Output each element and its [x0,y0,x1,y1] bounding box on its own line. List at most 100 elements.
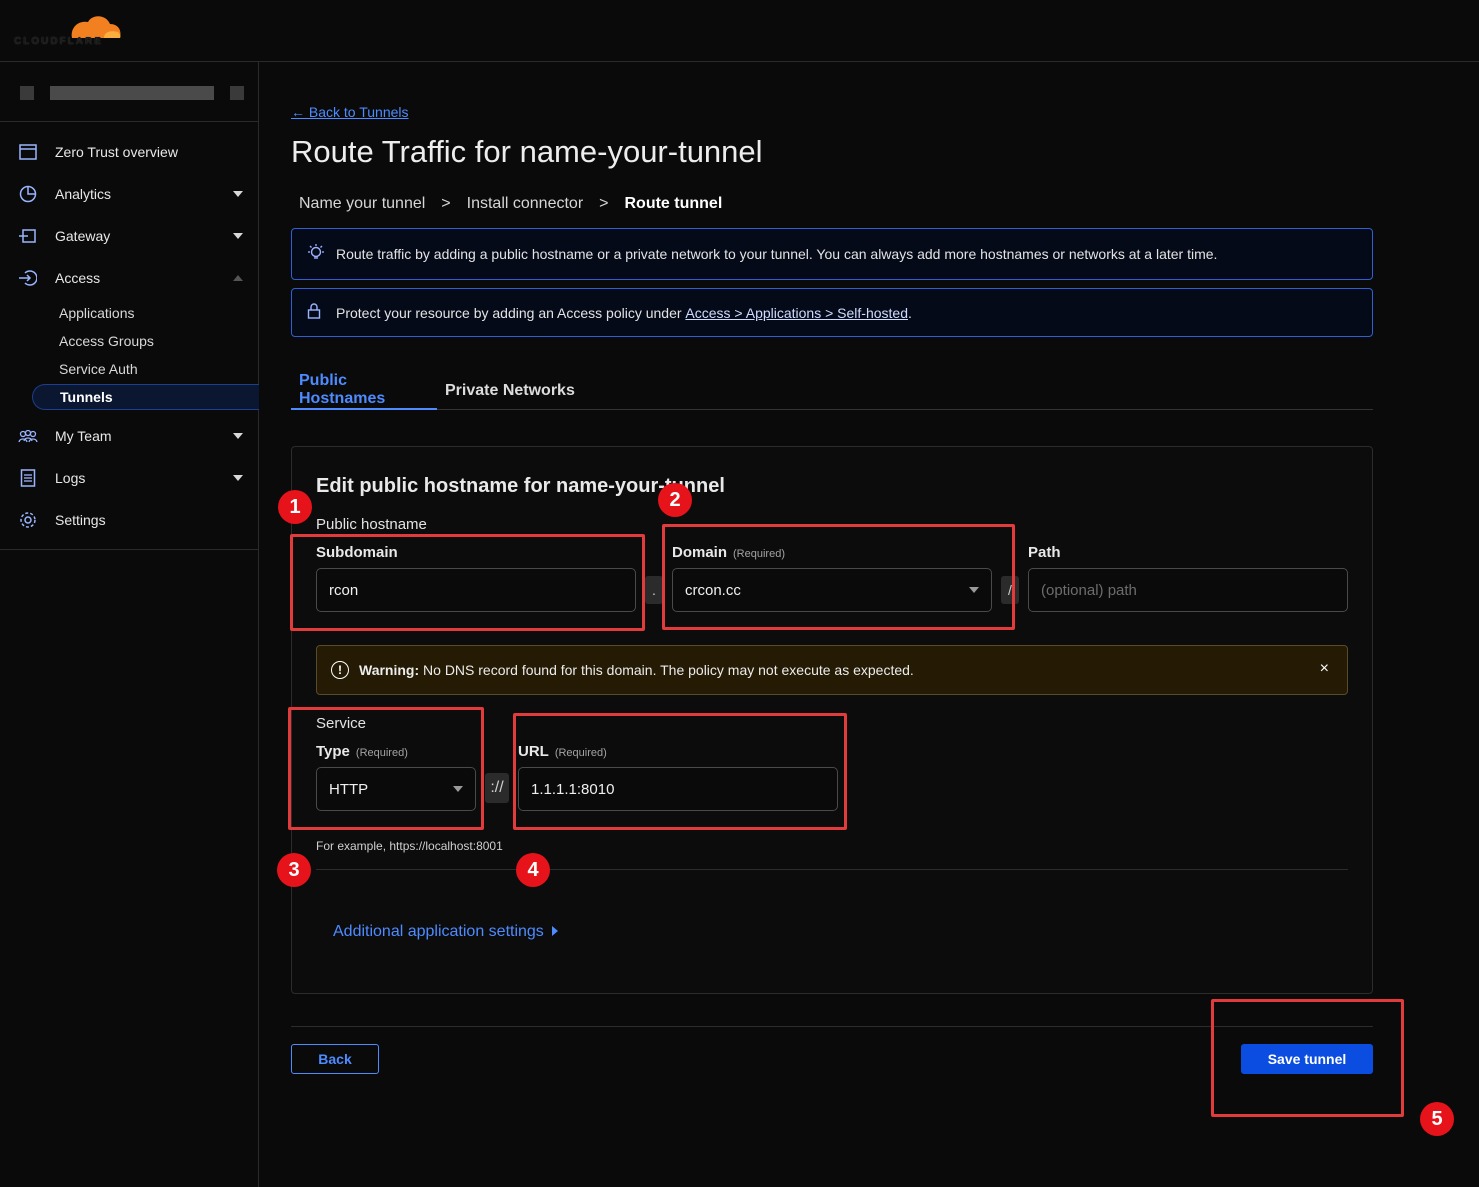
footer-divider [291,1026,1373,1027]
account-menu-blur [230,86,244,100]
wizard-steps: Name your tunnel > Install connector > R… [299,195,722,213]
back-button[interactable]: Back [291,1044,379,1074]
additional-settings-label: Additional application settings [333,923,544,940]
chevron-down-icon [969,587,979,593]
protect-banner-suffix: . [908,304,912,321]
info-banner-text: Route traffic by adding a public hostnam… [336,246,1218,262]
close-icon[interactable]: × [1320,660,1329,678]
annotation-number-1: 1 [278,490,312,524]
lightbulb-icon [306,243,326,266]
url-required: (Required) [554,747,607,759]
card-divider [316,869,1348,870]
public-hostname-label: Public hostname [316,516,427,533]
subdomain-input[interactable] [316,568,636,612]
type-label-text: Type [316,743,350,760]
annotation-number-2: 2 [658,483,692,517]
team-icon [18,426,38,446]
sidebar-subitem-tunnels[interactable]: Tunnels [32,384,259,410]
logs-icon [18,468,38,488]
account-switcher[interactable] [0,62,258,122]
chevron-down-icon [233,233,243,239]
type-label: Type (Required) [316,743,408,760]
path-input[interactable] [1028,568,1348,612]
step-separator: > [441,195,451,212]
sidebar-item-label: My Team [55,428,112,444]
top-bar: CLOUDFLARE [0,0,1479,62]
chevron-down-icon [233,433,243,439]
sidebar: Zero Trust overview Analytics Gateway Ac… [0,62,259,1187]
type-required: (Required) [355,747,408,759]
additional-application-settings-toggle[interactable]: Additional application settings [333,923,558,941]
annotation-number-5: 5 [1420,1102,1454,1136]
dot-separator: . [645,576,663,604]
warning-icon: ! [331,661,349,679]
sidebar-item-gateway[interactable]: Gateway [0,218,258,254]
slash-separator: / [1001,576,1019,604]
sidebar-subitem-access-groups[interactable]: Access Groups [32,328,259,354]
service-type-select[interactable]: HTTP [316,767,476,811]
step-separator: > [599,195,609,212]
scheme-separator: :// [485,773,509,803]
page-title: Route Traffic for name-your-tunnel [291,134,763,169]
protect-banner-text: Protect your resource by adding an Acces… [336,304,686,321]
sidebar-subitem-service-auth[interactable]: Service Auth [32,356,259,382]
protect-banner: Protect your resource by adding an Acces… [291,288,1373,337]
access-icon [18,268,38,288]
main-content: ← Back to Tunnels Route Traffic for name… [259,62,1479,1187]
analytics-icon [18,184,38,204]
step-route-tunnel: Route tunnel [624,195,723,212]
chevron-up-icon [233,275,243,281]
account-avatar-blur [20,86,34,100]
url-helper-text: For example, https://localhost:8001 [316,839,503,853]
tab-public-hostnames[interactable]: Public Hostnames [291,372,437,410]
gear-icon [18,510,38,530]
url-label-text: URL [518,743,549,760]
domain-select[interactable]: crcon.cc [672,568,992,612]
annotation-number-3: 3 [277,853,311,887]
sidebar-item-logs[interactable]: Logs [0,460,258,496]
account-name-blur [50,86,214,100]
edit-hostname-card: Edit public hostname for name-your-tunne… [291,446,1373,994]
sidebar-item-label: Logs [55,470,86,486]
warning-label: Warning: [359,662,420,678]
domain-required: (Required) [733,548,785,560]
hostname-network-tabs: Public Hostnames Private Networks [291,372,1373,410]
step-install-connector: Install connector [466,195,584,212]
sidebar-item-zero-trust-overview[interactable]: Zero Trust overview [0,134,258,170]
subdomain-label: Subdomain [316,544,398,561]
caret-right-icon [551,926,558,936]
warning-text: No DNS record found for this domain. The… [419,662,914,678]
sidebar-item-access[interactable]: Access [0,260,258,296]
service-url-input[interactable] [518,767,838,811]
domain-label-text: Domain [672,544,728,561]
back-to-tunnels-link[interactable]: ← Back to Tunnels [291,104,409,120]
chevron-down-icon [233,475,243,481]
access-applications-self-hosted-link[interactable]: Access > Applications > Self-hosted [685,305,908,321]
step-name-your-tunnel: Name your tunnel [299,195,426,212]
chevron-down-icon [233,191,243,197]
path-label: Path [1028,544,1061,561]
sidebar-item-label: Settings [55,512,106,528]
annotation-number-4: 4 [516,853,550,887]
domain-label: Domain (Required) [672,544,785,561]
sidebar-item-label: Access [55,270,101,286]
info-banner: Route traffic by adding a public hostnam… [291,228,1373,280]
url-label: URL (Required) [518,743,607,760]
sidebar-item-analytics[interactable]: Analytics [0,176,258,212]
logo-wordmark: CLOUDFLARE [14,36,103,47]
sidebar-item-label: Analytics [55,186,112,202]
sidebar-item-label: Gateway [55,228,111,244]
service-type-value: HTTP [329,780,369,798]
dns-warning-banner: ! Warning: No DNS record found for this … [316,645,1348,695]
overview-icon [18,142,38,162]
domain-select-value: crcon.cc [685,581,741,599]
sidebar-item-settings[interactable]: Settings [0,502,258,538]
sidebar-item-label: Zero Trust overview [55,144,178,160]
gateway-icon [18,226,38,246]
tab-private-networks[interactable]: Private Networks [437,372,583,410]
sidebar-item-my-team[interactable]: My Team [0,418,258,454]
save-tunnel-button[interactable]: Save tunnel [1241,1044,1373,1074]
sidebar-subitem-applications[interactable]: Applications [32,300,259,326]
sidebar-divider [0,549,258,550]
service-label: Service [316,715,367,732]
